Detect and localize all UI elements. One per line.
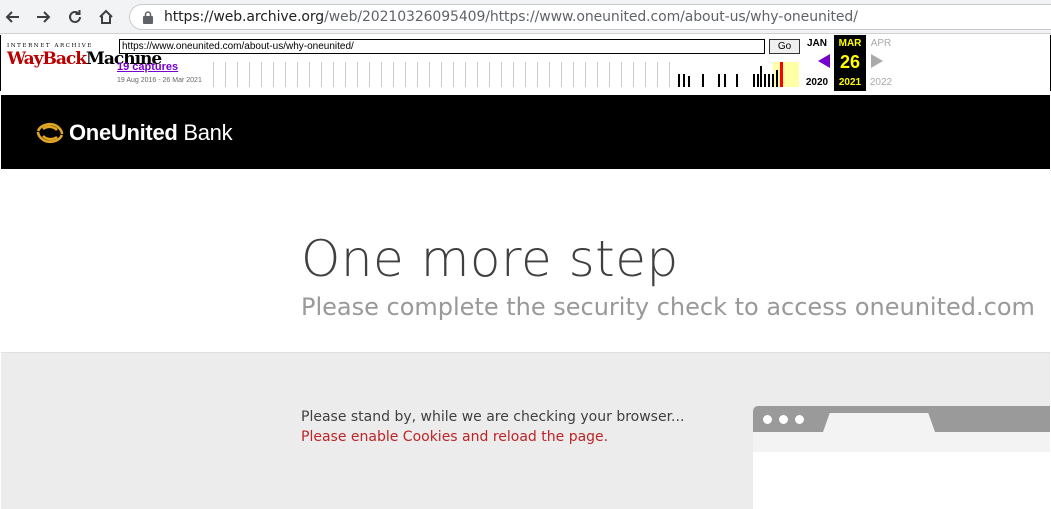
current-day-label: 26	[839, 52, 861, 72]
address-url[interactable]: https://web.archive.org/web/202103260954…	[164, 9, 858, 25]
cookies-error-message: Please enable Cookies and reload the pag…	[301, 429, 609, 445]
oneunited-emblem-icon	[36, 122, 64, 144]
hero-section: One more step Please complete the securi…	[1, 169, 1050, 353]
calendar-nav: JAN 2020 MAR 26 2021 APR 2022	[801, 35, 901, 91]
window-dot-icon	[795, 415, 804, 424]
back-arrow-icon[interactable]	[2, 6, 24, 28]
current-year-label: 2021	[838, 77, 862, 88]
illustration-body	[753, 452, 1050, 509]
address-bar[interactable]: https://web.archive.org/web/202103260954…	[129, 4, 1051, 30]
browser-illustration	[753, 406, 1050, 509]
illustration-browser-bar	[753, 406, 1050, 432]
capture-sparkline[interactable]	[213, 62, 799, 87]
captures-link[interactable]: 19 captures	[117, 61, 178, 73]
reload-icon[interactable]	[64, 6, 86, 28]
window-dot-icon	[763, 415, 772, 424]
next-month-label: APR	[870, 38, 892, 49]
home-icon[interactable]	[95, 6, 117, 28]
illustration-toolbar-strip	[753, 432, 1050, 452]
prev-month-label: JAN	[806, 38, 827, 49]
lock-icon	[143, 11, 153, 24]
capture-date-range: 19 Aug 2016 - 26 Mar 2021	[117, 77, 202, 84]
next-month: APR 2022	[865, 35, 897, 91]
illustration-tab	[823, 413, 935, 432]
url-path: /web/20210326095409/https://www.oneunite…	[324, 9, 858, 25]
page-subtitle: Please complete the security check to ac…	[301, 293, 1035, 321]
brand-logo[interactable]: OneUnited Bank	[35, 119, 233, 147]
check-section: Please stand by, while we are checking y…	[1, 353, 1050, 509]
brand-name-light: Bank	[177, 120, 233, 145]
current-capture: MAR 26 2021	[834, 35, 866, 91]
url-host: https://web.archive.org	[164, 9, 325, 25]
archived-page: OneUnited Bank One more step Please comp…	[1, 95, 1050, 509]
prev-year-label: 2020	[805, 77, 829, 88]
wayback-logo[interactable]: INTERNET ARCHIVE WayBackMachine	[7, 43, 162, 81]
page-title: One more step	[301, 230, 679, 288]
wayback-toolbar: INTERNET ARCHIVE WayBackMachine https://…	[0, 35, 1051, 91]
next-year-label: 2022	[869, 77, 893, 88]
wayback-url-input[interactable]: https://www.oneunited.com/about-us/why-o…	[119, 39, 765, 54]
standby-message: Please stand by, while we are checking y…	[301, 409, 685, 425]
current-month-label: MAR	[838, 38, 862, 49]
forward-arrow-icon[interactable]	[32, 6, 54, 28]
prev-capture-arrow-icon[interactable]	[818, 54, 830, 68]
window-dot-icon	[779, 415, 788, 424]
brand-name-bold: OneUnited	[69, 120, 178, 145]
go-button[interactable]: Go	[769, 39, 800, 54]
browser-toolbar: https://web.archive.org/web/202103260954…	[0, 0, 1051, 34]
site-header: OneUnited Bank	[1, 95, 1050, 169]
logo-wayback: WayBack	[7, 49, 87, 69]
